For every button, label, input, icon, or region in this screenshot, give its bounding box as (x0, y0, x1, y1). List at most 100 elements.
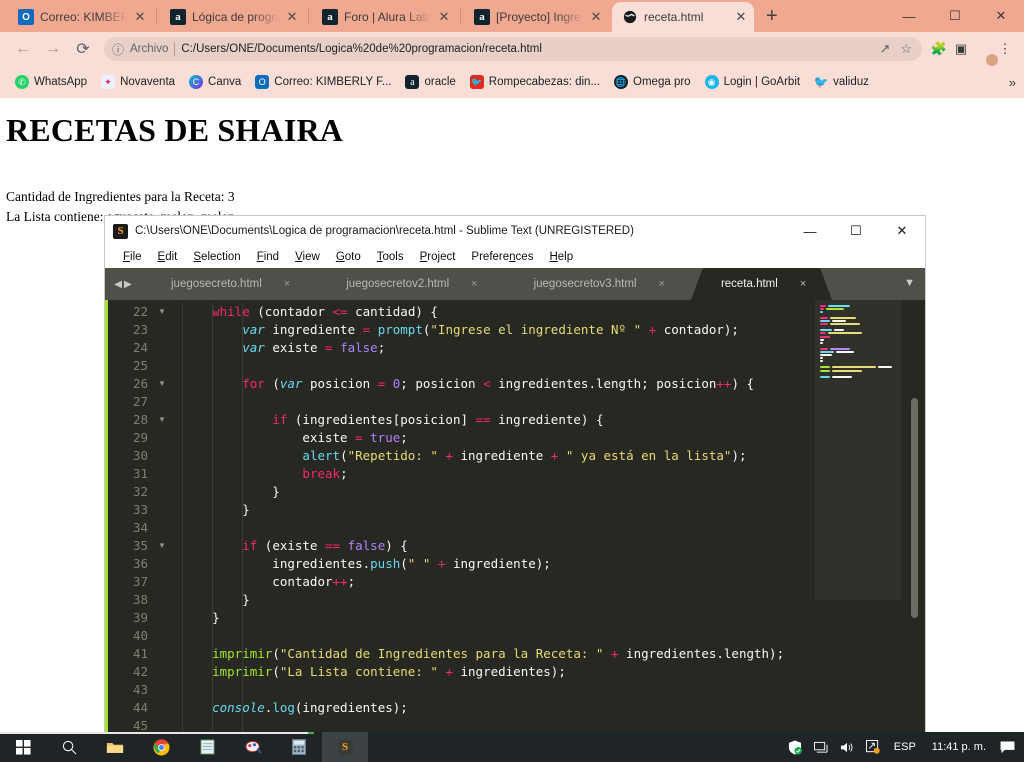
chevron-right-icon[interactable]: ▶ (124, 279, 132, 290)
code-line[interactable] (172, 357, 925, 375)
bookmark-canva[interactable]: C Canva (182, 75, 248, 89)
share-icon[interactable]: ↗ (879, 41, 890, 57)
menu-edit[interactable]: Edit (150, 251, 186, 263)
volume-icon[interactable] (834, 732, 860, 762)
sublime-close-button[interactable]: ✕ (879, 216, 925, 246)
fold-arrow-icon[interactable]: ▼ (152, 303, 172, 321)
code-line[interactable]: } (172, 591, 925, 609)
menu-tools[interactable]: Tools (369, 251, 412, 263)
fold-arrow-icon[interactable]: ▼ (152, 537, 172, 555)
minimap-viewport[interactable] (815, 300, 901, 600)
close-icon[interactable]: ✕ (437, 9, 451, 25)
close-icon[interactable]: ✕ (285, 9, 299, 25)
menu-goto[interactable]: Goto (328, 251, 369, 263)
window-close-button[interactable]: ✕ (978, 8, 1024, 24)
new-tab-button[interactable]: + (766, 6, 778, 26)
info-circle-icon[interactable]: ⓘ (112, 41, 124, 58)
code-line[interactable] (172, 519, 925, 537)
chrome-icon[interactable] (138, 732, 184, 762)
window-minimize-button[interactable]: — (886, 9, 932, 24)
code-line[interactable]: while (contador <= cantidad) { (172, 303, 925, 321)
paint-icon[interactable] (230, 732, 276, 762)
editor-tab-juegosecreto[interactable]: juegosecreto.html × (140, 268, 317, 300)
menu-help[interactable]: Help (541, 251, 581, 263)
back-button[interactable]: ← (8, 40, 38, 58)
code-line[interactable]: contador++; (172, 573, 925, 591)
editor-tab-juegosecretov3[interactable]: juegosecretov3.html × (503, 268, 692, 300)
sublime-minimize-button[interactable]: — (787, 216, 833, 246)
bookmark-oracle[interactable]: a oracle (398, 75, 462, 89)
menu-project[interactable]: Project (412, 251, 464, 263)
language-indicator[interactable]: ESP (886, 741, 924, 753)
start-icon[interactable] (0, 732, 46, 762)
onedrive-icon[interactable] (860, 732, 886, 762)
code-editor[interactable]: 22 23 24 25 26 27 28 29 30 31 32 33 34 35 36 37 38 39 40 41… (105, 300, 925, 734)
tab-scroll-buttons[interactable]: ◀ ▶ (105, 268, 141, 300)
bookmark-goarbit[interactable]: ◉ Login | GoArbit (698, 75, 808, 89)
code-line[interactable]: var existe = false; (172, 339, 925, 357)
code-line[interactable]: } (172, 483, 925, 501)
bookmark-correo[interactable]: O Correo: KIMBERLY F... (248, 75, 398, 89)
code-line[interactable]: existe = true; (172, 429, 925, 447)
bookmark-validuz[interactable]: 🐦 validuz (807, 75, 876, 89)
close-icon[interactable]: × (800, 278, 806, 290)
notepad-icon[interactable] (184, 732, 230, 762)
editor-tab-receta[interactable]: receta.html × (690, 268, 833, 300)
bookmark-omega-pro[interactable]: 🌐 Omega pro (607, 75, 698, 89)
editor-scrollbar[interactable] (909, 300, 919, 734)
search-icon[interactable] (46, 732, 92, 762)
code-line[interactable]: imprimir("La Lista contiene: " + ingredi… (172, 663, 925, 681)
reload-button[interactable]: ⟳ (68, 39, 98, 59)
side-panel-icon[interactable]: ▣ (950, 41, 972, 57)
bookmark-rompecabezas[interactable]: 🐦 Rompecabezas: din... (463, 75, 607, 89)
code-line[interactable]: for (var posicion = 0; posicion < ingred… (172, 375, 925, 393)
browser-tab-0[interactable]: O Correo: KIMBERLY F... ✕ (8, 2, 153, 32)
code-minimap[interactable] (815, 300, 901, 734)
puzzle-icon[interactable]: 🧩 (928, 41, 950, 57)
address-bar[interactable]: ⓘ Archivo C:/Users/ONE/Documents/Logica%… (104, 37, 922, 61)
chevron-left-icon[interactable]: ◀ (114, 279, 122, 290)
forward-button[interactable]: → (38, 40, 68, 58)
menu-selection[interactable]: Selection (185, 251, 248, 263)
star-icon[interactable]: ☆ (900, 41, 912, 57)
code-fold-column[interactable]: ▼ ▼ ▼ ▼ (152, 300, 172, 734)
bookmarks-overflow-button[interactable]: » (1009, 75, 1016, 90)
close-icon[interactable]: ✕ (589, 9, 603, 25)
clock[interactable]: 11:41 p. m. (924, 741, 994, 753)
menu-view[interactable]: View (287, 251, 328, 263)
close-icon[interactable]: × (471, 278, 477, 290)
close-icon[interactable]: ✕ (734, 9, 748, 25)
browser-tab-4[interactable]: receta.html ✕ (612, 2, 754, 32)
code-line[interactable]: break; (172, 465, 925, 483)
code-line[interactable]: } (172, 609, 925, 627)
code-line[interactable] (172, 681, 925, 699)
code-line[interactable]: console.log(ingredientes); (172, 699, 925, 717)
menu-preferences[interactable]: Preferences (463, 251, 541, 263)
code-text-area[interactable]: while (contador <= cantidad) { var ingre… (172, 300, 925, 734)
code-line[interactable] (172, 393, 925, 411)
close-icon[interactable]: × (659, 278, 665, 290)
network-icon[interactable] (808, 732, 834, 762)
sublime-maximize-button[interactable]: ☐ (833, 216, 879, 246)
browser-tab-3[interactable]: a [Proyecto] Ingresar... ✕ (464, 2, 609, 32)
code-line[interactable]: imprimir("Cantidad de Ingredientes para … (172, 645, 925, 663)
scrollbar-thumb[interactable] (911, 398, 918, 618)
menu-find[interactable]: Find (249, 251, 287, 263)
close-icon[interactable]: × (284, 278, 290, 290)
browser-tab-1[interactable]: a Lógica de programa... ✕ (160, 2, 305, 32)
three-dots-icon[interactable]: ⋮ (994, 41, 1016, 57)
menu-file[interactable]: File (115, 251, 150, 263)
code-line[interactable]: if (existe == false) { (172, 537, 925, 555)
code-line[interactable]: var ingrediente = prompt("Ingrese el ing… (172, 321, 925, 339)
windows-security-icon[interactable] (782, 732, 808, 762)
code-line[interactable]: } (172, 501, 925, 519)
editor-tab-juegosecretov2[interactable]: juegosecretov2.html × (316, 268, 504, 300)
code-line[interactable]: alert("Repetido: " + ingrediente + " ya … (172, 447, 925, 465)
close-icon[interactable]: ✕ (133, 9, 147, 25)
tab-overflow-menu-icon[interactable]: ▼ (904, 277, 915, 289)
file-explorer-icon[interactable] (92, 732, 138, 762)
code-line[interactable]: if (ingredientes[posicion] == ingredient… (172, 411, 925, 429)
fold-arrow-icon[interactable]: ▼ (152, 411, 172, 429)
window-maximize-button[interactable]: ☐ (932, 8, 978, 24)
code-line[interactable] (172, 627, 925, 645)
